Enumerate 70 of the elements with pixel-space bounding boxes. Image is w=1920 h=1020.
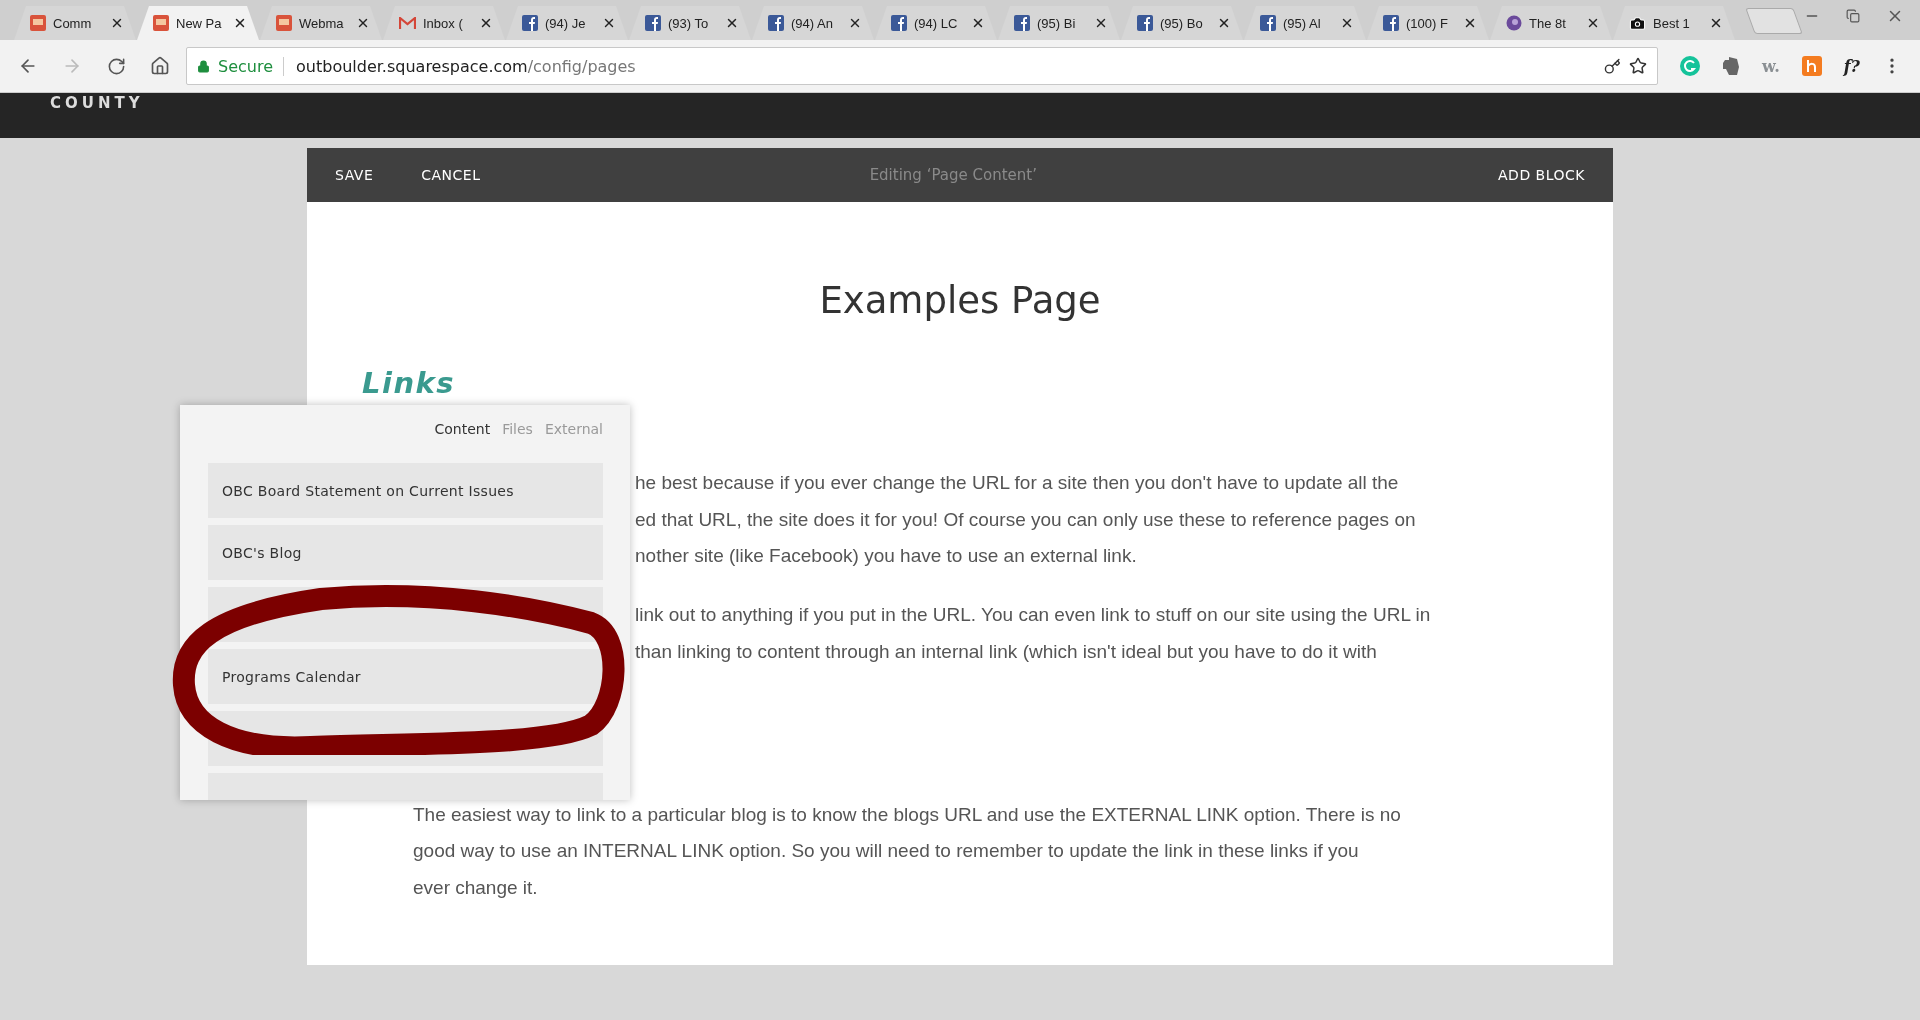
close-icon[interactable] [1340, 16, 1354, 30]
page-link-item[interactable]: Programs Calendar [208, 649, 603, 704]
site-logo-text: COUNTY [50, 94, 144, 112]
facebook-icon [1137, 15, 1153, 31]
paragraph-line: than linking to content through an internal link (which isn't ideal but you have to do it with [635, 639, 1377, 664]
browser-tab[interactable]: Webma [260, 6, 382, 40]
paragraph-line: good way to use an INTERNAL LINK option. So you will need to remember to update the link in these links if you [413, 839, 1359, 864]
browser-tab[interactable]: (94) An [752, 6, 874, 40]
key-icon[interactable] [1604, 57, 1621, 75]
facebook-icon [1014, 15, 1030, 31]
obc-logo-icon [30, 15, 46, 31]
camera-icon [1629, 14, 1646, 32]
browser-tab[interactable]: Comm [14, 6, 136, 40]
browser-tab[interactable]: Inbox ( [383, 6, 505, 40]
facebook-icon [1383, 15, 1399, 31]
address-bar[interactable]: Secure outboulder.squarespace.com/config/pages [186, 47, 1658, 85]
browser-tab[interactable]: (100) F [1367, 6, 1489, 40]
close-icon[interactable] [1463, 16, 1477, 30]
page-title: Examples Page [818, 279, 1102, 322]
facebook-icon [891, 15, 907, 31]
close-icon[interactable] [971, 16, 985, 30]
facebook-icon [768, 15, 784, 31]
drop-logo-icon [1506, 15, 1522, 31]
browser-tab[interactable]: (94) LC [875, 6, 997, 40]
add-block-button[interactable]: ADD BLOCK [1498, 167, 1585, 183]
paragraph-line: he best because if you ever change the URL for a site then you don't have to update all the [635, 471, 1399, 495]
close-icon[interactable] [1094, 16, 1108, 30]
browser-tab[interactable]: (95) Bi [998, 6, 1120, 40]
honey-extension-icon[interactable] [1801, 56, 1822, 76]
facebook-icon [1260, 15, 1276, 31]
facebook-icon [522, 15, 538, 31]
paragraph-line: The easiest way to link to a particular blog is to know the blogs URL and use the EXTERNAL LINK option. There is no [413, 802, 1401, 827]
close-icon[interactable] [479, 16, 493, 30]
close-icon[interactable] [1217, 16, 1231, 30]
paragraph-line: nother site (like Facebook) you have to use an external link. [635, 544, 1137, 569]
browser-tab[interactable]: (95) Bo [1121, 6, 1243, 40]
editing-title: Editing ‘Page Content’ [868, 166, 1038, 184]
close-icon[interactable] [110, 16, 124, 30]
paragraph-line: link out to anything if you put in the URL. You can even link to stuff on our site using the URL in [635, 603, 1431, 628]
home-icon[interactable] [150, 56, 170, 76]
extension-button[interactable]: f? [1843, 56, 1860, 76]
browser-tab[interactable]: Best 1 [1613, 6, 1735, 40]
close-icon[interactable] [356, 16, 370, 30]
lock-icon [197, 59, 210, 73]
page-link-item[interactable]: OBC Board Statement on Current Issues [208, 463, 603, 518]
close-icon[interactable] [848, 16, 862, 30]
toolbar-button[interactable]: CANCEL [421, 167, 481, 183]
paragraph-line: ed that URL, the site does it for you! Of course you can only use these to reference pages on [635, 507, 1416, 532]
browser-tab[interactable]: (94) Je [506, 6, 628, 40]
close-icon[interactable] [1586, 16, 1600, 30]
browser-tab[interactable]: (93) To [629, 6, 751, 40]
envelope-m-icon [399, 16, 416, 30]
toolbar-button[interactable]: SAVE [335, 167, 374, 183]
page-link-item[interactable]: OBC's Blog [208, 525, 603, 580]
close-icon[interactable] [233, 16, 247, 30]
reload-icon[interactable] [106, 56, 126, 76]
browser-tab[interactable]: The 8t [1490, 6, 1612, 40]
browser-tab[interactable]: (95) Al [1244, 6, 1366, 40]
restore-icon[interactable] [1846, 9, 1860, 23]
close-icon[interactable] [602, 16, 616, 30]
popup-tab[interactable]: Content [434, 421, 491, 443]
obc-logo-icon [153, 15, 169, 31]
facebook-icon [645, 15, 661, 31]
paragraph-line: ever change it. [413, 875, 538, 900]
obc-logo-icon [276, 15, 292, 31]
close-icon[interactable] [725, 16, 739, 30]
browser-tab[interactable]: New Pa [137, 6, 259, 40]
section-heading: Links [362, 366, 457, 400]
close-icon[interactable] [1709, 16, 1723, 30]
bookmark-star-icon[interactable] [1629, 57, 1647, 75]
